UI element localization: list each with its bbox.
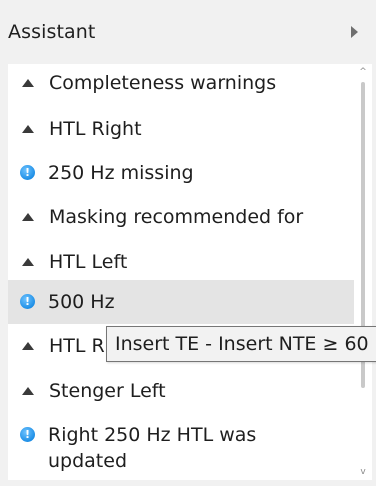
list-item-label: 500 Hz bbox=[48, 291, 115, 313]
scroll-down-arrow-icon[interactable]: v bbox=[359, 468, 367, 477]
list-item-label: Masking recommended for bbox=[49, 206, 304, 228]
info-icon: ! bbox=[20, 294, 35, 309]
list-item-info[interactable]: ! 250 Hz missing bbox=[8, 160, 354, 186]
triangle-up-icon[interactable] bbox=[22, 213, 34, 221]
list-item-info-selected[interactable]: ! 500 Hz bbox=[8, 280, 354, 324]
panel-title: Assistant bbox=[8, 21, 96, 43]
list-item-group[interactable]: Completeness warnings bbox=[8, 70, 354, 96]
info-icon: ! bbox=[20, 427, 35, 442]
list-item-group[interactable]: HTL Left bbox=[8, 249, 354, 275]
assistant-list[interactable]: Completeness warnings HTL Right ! 250 Hz… bbox=[8, 64, 372, 480]
chevron-right-icon[interactable] bbox=[351, 26, 358, 38]
list-item-label: HTL Right bbox=[49, 118, 142, 140]
list-item-label: Completeness warnings bbox=[49, 72, 277, 94]
list-item-label: HTL Left bbox=[49, 251, 128, 273]
scroll-up-arrow-icon[interactable]: ^ bbox=[359, 68, 367, 77]
list-item-label: Stenger Left bbox=[49, 380, 166, 402]
vertical-scrollbar[interactable]: ^ v bbox=[358, 64, 368, 480]
assistant-list-content: Completeness warnings HTL Right ! 250 Hz… bbox=[8, 64, 358, 480]
panel-header: Assistant bbox=[0, 0, 376, 64]
list-item-group[interactable]: Stenger Left bbox=[8, 378, 354, 404]
triangle-up-icon[interactable] bbox=[22, 342, 34, 350]
assistant-panel: Assistant Completeness warnings HTL Righ… bbox=[0, 0, 376, 486]
list-item-label: Right 250 Hz HTL was updated bbox=[48, 424, 257, 472]
triangle-up-icon[interactable] bbox=[22, 258, 34, 266]
list-item-group[interactable]: HTL Right bbox=[8, 116, 354, 142]
list-item-group[interactable]: Masking recommended for bbox=[8, 204, 354, 230]
info-icon: ! bbox=[20, 165, 35, 180]
tooltip: Insert TE - Insert NTE ≥ 60 bbox=[106, 326, 376, 362]
triangle-up-icon[interactable] bbox=[22, 387, 34, 395]
list-item-label: 250 Hz missing bbox=[48, 162, 194, 184]
triangle-up-icon[interactable] bbox=[22, 125, 34, 133]
triangle-up-icon[interactable] bbox=[22, 79, 34, 87]
list-item-info[interactable]: ! Right 250 Hz HTL was updated bbox=[8, 422, 354, 474]
